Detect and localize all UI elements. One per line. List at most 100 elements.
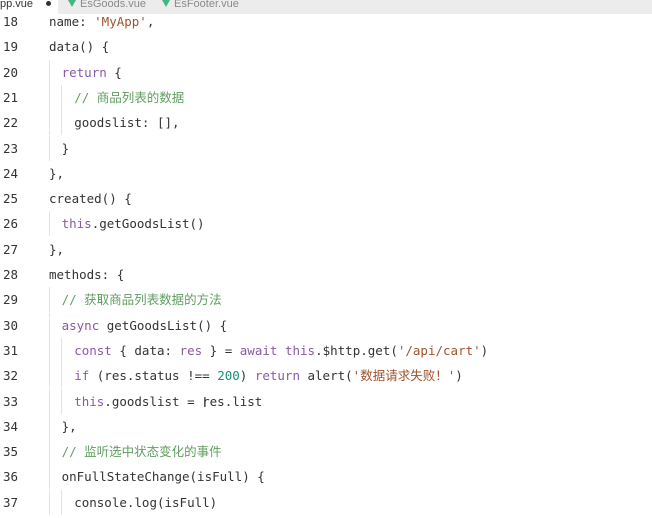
code-line[interactable]: 24}, (0, 161, 652, 186)
indent-guide (61, 337, 63, 363)
code-token: }, (61, 418, 77, 434)
line-number: 21 (2, 89, 18, 105)
indent-guide (48, 489, 50, 515)
line-number: 34 (2, 418, 18, 434)
code-line[interactable]: 26 this.getGoodsList() (0, 211, 652, 237)
code-token: return (61, 64, 107, 80)
vue-file-icon (162, 0, 170, 7)
indent-guide (61, 110, 63, 136)
code-token: // 获取商品列表数据的方法 (61, 292, 222, 308)
line-number: 36 (2, 469, 18, 485)
code-line[interactable]: 21 // 商品列表的数据 (0, 84, 652, 110)
code-token: } (61, 140, 70, 156)
code-line[interactable]: 31 const { data: res } = await this.$http… (0, 337, 652, 363)
line-number: 29 (2, 292, 18, 308)
code-text: }, (49, 161, 64, 186)
code-token: ) (239, 368, 255, 384)
code-line[interactable]: 22 goodslist: [], (0, 110, 652, 136)
code-line[interactable]: 20 return { (0, 59, 652, 85)
code-text: goodslist: [], (74, 110, 179, 135)
code-line[interactable]: 29 // 获取商品列表数据的方法 (0, 287, 652, 313)
code-token: // 商品列表的数据 (74, 89, 185, 105)
code-text: if (res.status !== 200) return alert('数据… (74, 363, 463, 388)
line-number: 30 (2, 317, 18, 333)
vue-file-icon (68, 0, 76, 7)
code-editor[interactable]: 18 name: 'MyApp', 19 data() {20 return {21//… (0, 14, 652, 518)
code-token: } = (202, 342, 240, 358)
indent-guide (61, 388, 63, 414)
code-text: data() { (49, 34, 109, 59)
code-line[interactable]: 33 this.goodslist = res.list (0, 388, 652, 414)
line-number: 19 (2, 39, 18, 55)
code-token: methods: { (49, 267, 125, 282)
text-cursor-icon: I (203, 396, 207, 411)
code-line[interactable]: 35 // 监听选中状态变化的事件 (0, 439, 652, 465)
code-token: this (284, 342, 316, 358)
code-token: 'MyApp' (94, 14, 147, 29)
code-token: res (179, 342, 203, 358)
code-line[interactable]: 30 async getGoodsList() { (0, 312, 652, 338)
code-token: alert( (299, 368, 353, 384)
code-token: { (106, 64, 122, 80)
indent-guide (48, 211, 50, 237)
line-number: 20 (2, 64, 18, 80)
code-text: }, (49, 237, 64, 262)
unsaved-dot-icon (46, 1, 52, 6)
code-text: // 监听选中状态变化的事件 (62, 439, 222, 464)
code-text: methods: { (49, 262, 124, 287)
code-line[interactable]: 27}, (0, 237, 652, 262)
code-line[interactable]: 28 methods: { (0, 262, 652, 287)
code-token: const (74, 342, 112, 358)
code-text: async getGoodsList() { (62, 313, 228, 338)
code-text: this.goodslist = res.list (74, 389, 262, 414)
code-token: this (61, 216, 92, 232)
indent-guide (48, 312, 50, 338)
code-token: return (254, 368, 300, 384)
code-token: ) (480, 342, 489, 358)
code-text: const { data: res } = await this.$http.g… (74, 338, 488, 363)
code-token: console.log(isFull) (74, 494, 218, 510)
indent-guide (48, 84, 50, 110)
line-number: 27 (2, 241, 18, 257)
code-line[interactable]: 36 onFullStateChange(isFull) { (0, 464, 652, 490)
code-text: }, (62, 414, 77, 439)
code-token: async (61, 317, 100, 333)
line-number: 37 (2, 494, 18, 510)
code-text: return { (62, 60, 122, 85)
code-token: }, (49, 165, 65, 181)
code-line[interactable]: 19 data() { (0, 34, 652, 59)
code-line[interactable]: 37 console.log(isFull) (0, 489, 652, 515)
code-token: { data: (111, 342, 180, 358)
code-text: onFullStateChange(isFull) { (62, 464, 265, 489)
indent-guide (48, 135, 50, 161)
line-number: 32 (2, 368, 18, 384)
code-token: data() { (49, 39, 110, 55)
code-text: // 商品列表的数据 (74, 85, 184, 110)
code-text: // 获取商品列表数据的方法 (62, 287, 222, 312)
indent-guide (48, 464, 50, 490)
indent-guide (48, 413, 50, 439)
code-line[interactable]: 23} (0, 135, 652, 161)
code-text: this.getGoodsList() (62, 211, 205, 236)
line-number: 33 (2, 393, 18, 409)
code-token: ) (455, 368, 463, 384)
indent-guide (48, 337, 50, 363)
code-token: '/api/cart' (397, 342, 481, 358)
code-token: await (239, 342, 278, 358)
code-line[interactable]: 25 created() { (0, 186, 652, 211)
code-line[interactable]: 32 if (res.status !== 200) return alert('… (0, 363, 652, 389)
line-number: 18 (2, 14, 18, 29)
code-line[interactable]: 18 name: 'MyApp', (0, 9, 652, 34)
code-token: 200 (217, 368, 240, 384)
code-token: , (146, 14, 155, 29)
code-text: name: 'MyApp', (49, 9, 154, 34)
code-token: .goodslist = res.list (104, 393, 263, 409)
line-number: 23 (2, 140, 18, 156)
code-token: getGoodsList() { (99, 317, 228, 333)
code-line[interactable]: 34}, (0, 413, 652, 439)
indent-guide (48, 388, 50, 414)
indent-guide (48, 363, 50, 389)
code-token: if (74, 368, 90, 384)
line-number: 22 (2, 115, 18, 131)
